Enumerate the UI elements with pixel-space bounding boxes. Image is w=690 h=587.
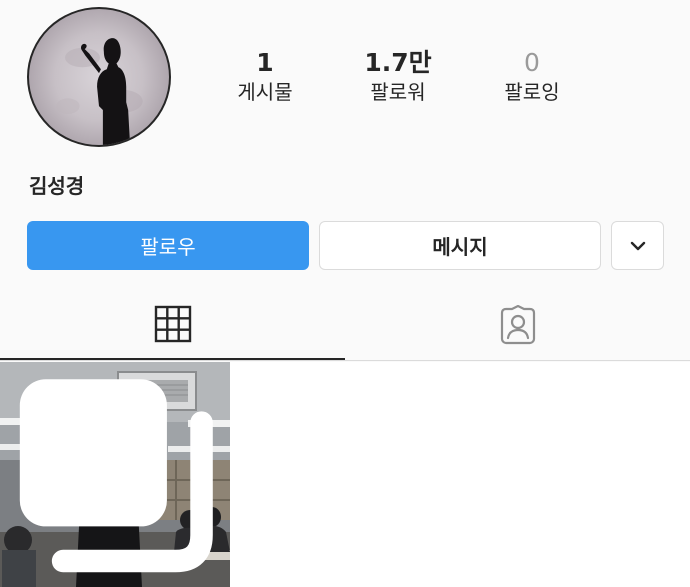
stat-posts-label: 게시물	[237, 80, 293, 104]
stat-following-value: 0	[524, 48, 540, 77]
stat-posts-value: 1	[256, 48, 274, 77]
profile-name: 김성경	[29, 174, 85, 198]
stat-following-label: 팔로잉	[504, 80, 560, 104]
follow-button[interactable]: 팔로우	[27, 221, 309, 270]
stat-followers[interactable]: 1.7만 팔로워	[338, 48, 458, 106]
post-thumbnail[interactable]	[0, 362, 230, 587]
chevron-down-icon	[630, 241, 645, 250]
profile-tabs	[0, 290, 690, 361]
stat-posts[interactable]: 1 게시물	[205, 48, 325, 106]
avatar-image	[56, 38, 143, 145]
tagged-person-icon	[500, 305, 535, 345]
posts-grid	[0, 362, 690, 587]
stat-following[interactable]: 0 팔로잉	[472, 48, 592, 106]
grid-icon	[154, 305, 191, 343]
tab-tagged[interactable]	[345, 290, 690, 360]
avatar[interactable]	[27, 7, 171, 147]
multiple-photos-icon	[19, 379, 213, 573]
profile-header: 1 게시물 1.7만 팔로워 0 팔로잉	[0, 0, 690, 170]
more-options-button[interactable]	[611, 221, 664, 270]
stat-followers-label: 팔로워	[370, 80, 426, 104]
message-button[interactable]: 메시지	[319, 221, 601, 270]
tab-posts-grid[interactable]	[0, 290, 345, 360]
stat-followers-value: 1.7만	[364, 48, 432, 77]
